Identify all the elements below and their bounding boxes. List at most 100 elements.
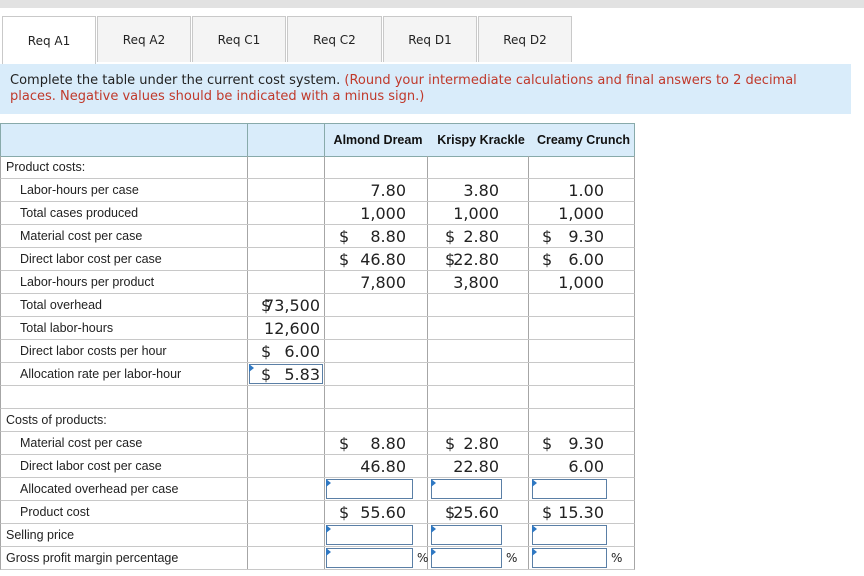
header-krispy-krackle: Krispy Krackle [437,133,525,147]
table-cell [247,455,325,478]
table-cell: Selling price [0,524,248,547]
table-cell [528,156,635,179]
table-cell: Product cost [0,501,248,524]
table-row: Total labor-hours 12,600 [0,317,636,340]
table-cell [324,294,428,317]
table-cell [324,340,428,363]
answer-input[interactable] [532,548,607,568]
header-almond-dream: Almond Dream [333,133,423,147]
row-label: Allocation rate per labor-hour [20,367,182,381]
table-cell: Total overhead [0,294,248,317]
cell-value: 2.80 [463,227,499,246]
table-cell: Costs of products: [0,409,248,432]
row-label: Product costs: [6,160,86,174]
header-blank-label [0,123,248,157]
row-label: Material cost per case [20,436,143,450]
table-cell [0,386,248,409]
cell-value: 6.00 [568,457,604,476]
total-value: 12,600 [264,319,320,338]
table-cell [247,432,325,455]
cell-value: 3.80 [463,181,499,200]
total-value: 5.83 [284,365,320,384]
table-cell: Material cost per case [0,225,248,248]
table-cell [247,179,325,202]
cell-value: 15.30 [558,503,604,522]
tab-req-a1[interactable]: Req A1 [2,16,96,64]
table-cell: Direct labor cost per case [0,455,248,478]
table-cell [324,156,428,179]
tab-label: Req C2 [313,32,356,47]
table-cell [247,225,325,248]
tab-label: Req A1 [27,33,71,48]
instructions-panel: Complete the table under the current cos… [0,64,851,114]
percent-sign: % [417,551,429,565]
answer-input[interactable] [431,479,502,499]
table-row: Product costs: [0,156,636,179]
tab-label: Req D2 [503,32,547,47]
input-marker-icon [326,548,331,556]
table-cell [247,386,325,409]
table-row: Labor-hours per case 7.80 3.80 1.00 [0,179,636,202]
answer-input[interactable] [431,525,502,545]
table-cell [247,547,325,570]
cell-value: 1.00 [568,181,604,200]
table-row: Allocated overhead per case [0,478,636,501]
percent-sign: % [611,551,623,565]
tab-label: Req A2 [122,32,166,47]
cell-value: 46.80 [360,250,406,269]
row-label: Gross profit margin percentage [6,551,179,565]
row-label: Total labor-hours [20,321,114,335]
row-label: Total overhead [20,298,103,312]
answer-input[interactable] [326,525,413,545]
table-cell: Allocation rate per labor-hour [0,363,248,386]
tab-label: Req D1 [408,32,452,47]
table-cell [247,271,325,294]
input-marker-icon [532,479,537,487]
table-row: Total cases produced 1,000 1,000 1,000 [0,202,636,225]
table-cell [427,340,529,363]
table-cell [427,317,529,340]
table-cell [427,363,529,386]
table-cell [528,294,635,317]
answer-input[interactable] [326,548,413,568]
answer-input[interactable] [532,479,607,499]
answer-input[interactable] [326,479,413,499]
table-row: Costs of products: [0,409,636,432]
table-row: Allocation rate per labor-hour $5.83 [0,363,636,386]
header-creamy-crunch: Creamy Crunch [536,133,631,147]
answer-input[interactable] [532,525,607,545]
tab-req-c1[interactable]: Req C1 [192,16,286,62]
cell-value: 8.80 [370,227,406,246]
row-label: Material cost per case [20,229,143,243]
table-row: Material cost per case $8.80 $2.80 $9.30 [0,432,636,455]
input-marker-icon [431,548,436,556]
answer-input[interactable] [431,548,502,568]
table-cell [324,386,428,409]
input-marker-icon [326,479,331,487]
row-label: Total cases produced [20,206,139,220]
cell-value: 1,000 [453,204,499,223]
cell-value: 46.80 [360,457,406,476]
cell-value: 1,000 [558,273,604,292]
table-row: Material cost per case $8.80 $2.80 $9.30 [0,225,636,248]
table-cell: Material cost per case [0,432,248,455]
row-label: Product cost [20,505,90,519]
total-value: 6.00 [284,342,320,361]
table-cell [324,317,428,340]
cell-value: 8.80 [370,434,406,453]
tab-req-a2[interactable]: Req A2 [97,16,191,62]
cell-value: 3,800 [453,273,499,292]
table-row: Direct labor costs per hour $6.00 [0,340,636,363]
input-marker-icon [431,525,436,533]
tab-req-d1[interactable]: Req D1 [383,16,477,62]
tab-req-c2[interactable]: Req C2 [287,16,382,62]
tab-req-d2[interactable]: Req D2 [478,16,572,62]
table-cell: Total labor-hours [0,317,248,340]
table-cell [247,501,325,524]
table-cell: Total cases produced [0,202,248,225]
table-cell [247,524,325,547]
cell-value: 55.60 [360,503,406,522]
table-cell: Direct labor cost per case [0,248,248,271]
cell-value: 1,000 [360,204,406,223]
table-cell: Gross profit margin percentage [0,547,248,570]
